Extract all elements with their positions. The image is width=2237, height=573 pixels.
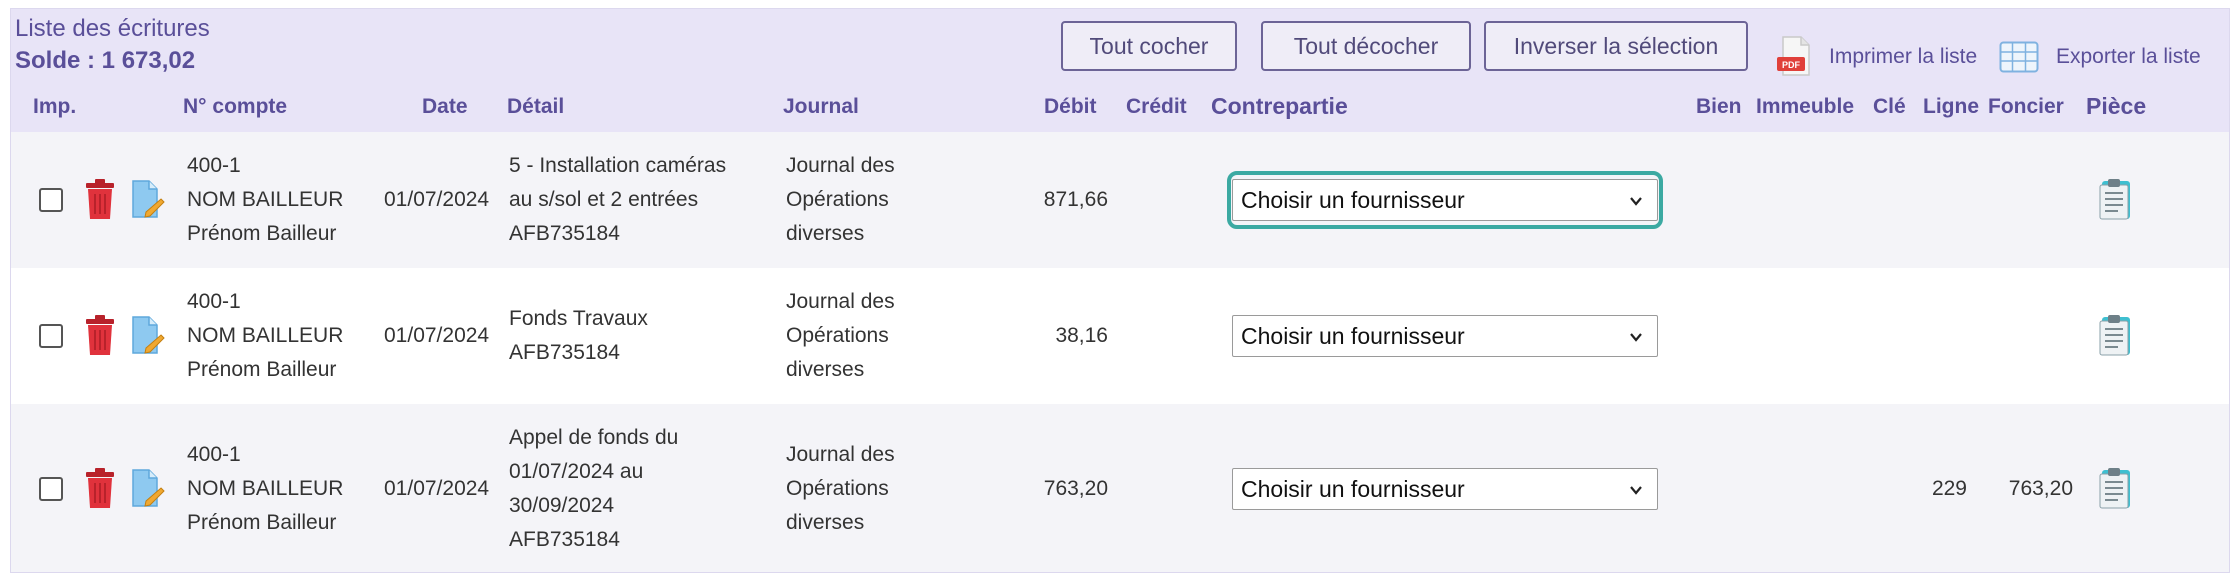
column-header-document: Pièce — [2086, 93, 2147, 119]
edit-document-icon[interactable] — [131, 468, 165, 508]
row-checkbox[interactable] — [39, 477, 63, 501]
detail-line: Appel de fonds du — [509, 426, 679, 449]
journal-line: diverses — [786, 511, 865, 534]
journal-line: Opérations — [786, 477, 889, 500]
detail-line: AFB735184 — [509, 528, 620, 551]
debit-amount: 871,66 — [1043, 188, 1108, 211]
line-value: 229 — [1931, 477, 1967, 500]
column-header-counterpart: Contrepartie — [1211, 93, 1348, 119]
column-header-debit: Débit — [1044, 95, 1097, 118]
land-amount: 763,20 — [2008, 477, 2073, 500]
supplier-select-value: Choisir un fournisseur — [1241, 322, 1465, 349]
spreadsheet-grid-icon[interactable] — [1999, 41, 2039, 73]
account-number: 400-1 — [187, 290, 241, 313]
detail-line: au s/sol et 2 entrées — [509, 188, 699, 211]
page-title: Liste des écritures — [15, 15, 210, 42]
column-header-detail: Détail — [507, 95, 565, 118]
column-header-imp: Imp. — [33, 95, 77, 118]
supplier-select[interactable]: Choisir un fournisseur — [1232, 315, 1658, 357]
journal-line: Journal des — [786, 154, 895, 177]
trash-icon[interactable] — [85, 179, 115, 219]
account-firstname: Prénom Bailleur — [187, 511, 337, 534]
supplier-select[interactable]: Choisir un fournisseur — [1232, 179, 1658, 221]
supplier-select-value: Choisir un fournisseur — [1241, 186, 1465, 213]
export-list-link[interactable]: Exporter la liste — [2056, 45, 2201, 69]
supplier-select-value: Choisir un fournisseur — [1241, 475, 1465, 502]
clipboard-icon[interactable] — [2098, 177, 2136, 221]
entry-date: 01/07/2024 — [384, 477, 490, 500]
account-number: 400-1 — [187, 443, 241, 466]
account-name: NOM BAILLEUR — [187, 188, 344, 211]
table-row: 400-1 NOM BAILLEUR Prénom Bailleur 01/07… — [11, 132, 2229, 268]
clipboard-icon[interactable] — [2098, 466, 2136, 510]
row-checkbox[interactable] — [39, 188, 63, 212]
trash-icon[interactable] — [85, 468, 115, 508]
edit-document-icon[interactable] — [131, 179, 165, 219]
entry-date: 01/07/2024 — [384, 324, 490, 347]
list-header-bar: Liste des écritures Solde : 1 673,02 Tou… — [11, 9, 2229, 132]
journal-line: diverses — [786, 222, 865, 245]
column-header-date: Date — [422, 95, 468, 118]
journal-line: Opérations — [786, 188, 889, 211]
table-row: 400-1 NOM BAILLEUR Prénom Bailleur 01/07… — [11, 404, 2229, 572]
journal-line: diverses — [786, 358, 865, 381]
detail-line: AFB735184 — [509, 222, 620, 245]
column-header-land: Foncier — [1988, 95, 2064, 118]
edit-document-icon[interactable] — [131, 315, 165, 355]
chevron-down-icon — [1630, 486, 1642, 495]
journal-line: Journal des — [786, 290, 895, 313]
uncheck-all-button[interactable]: Tout décocher — [1261, 21, 1471, 71]
chevron-down-icon — [1630, 197, 1642, 206]
column-header-account: N° compte — [183, 95, 288, 118]
supplier-select[interactable]: Choisir un fournisseur — [1232, 468, 1658, 510]
journal-line: Journal des — [786, 443, 895, 466]
debit-amount: 763,20 — [1043, 477, 1108, 500]
account-name: NOM BAILLEUR — [187, 324, 344, 347]
account-firstname: Prénom Bailleur — [187, 358, 337, 381]
column-header-credit: Crédit — [1126, 95, 1187, 118]
entries-panel: Liste des écritures Solde : 1 673,02 Tou… — [10, 8, 2230, 573]
column-header-key: Clé — [1873, 95, 1906, 118]
trash-icon[interactable] — [85, 315, 115, 355]
column-header-line: Ligne — [1923, 95, 1979, 118]
entry-date: 01/07/2024 — [384, 188, 490, 211]
invert-selection-button[interactable]: Inverser la sélection — [1484, 21, 1748, 71]
table-row: 400-1 NOM BAILLEUR Prénom Bailleur 01/07… — [11, 268, 2229, 404]
check-all-button[interactable]: Tout cocher — [1061, 21, 1237, 71]
row-checkbox[interactable] — [39, 324, 63, 348]
column-header-building: Immeuble — [1756, 95, 1855, 118]
column-header-journal: Journal — [783, 95, 859, 118]
column-header-property: Bien — [1696, 95, 1742, 118]
account-name: NOM BAILLEUR — [187, 477, 344, 500]
detail-line: 01/07/2024 au — [509, 460, 644, 483]
journal-line: Opérations — [786, 324, 889, 347]
account-firstname: Prénom Bailleur — [187, 222, 337, 245]
detail-line: Fonds Travaux — [509, 307, 648, 330]
clipboard-icon[interactable] — [2098, 313, 2136, 357]
pdf-file-icon[interactable]: PDF — [1775, 35, 1815, 77]
pdf-badge-text: PDF — [1782, 60, 1801, 70]
detail-line: AFB735184 — [509, 341, 620, 364]
debit-amount: 38,16 — [1055, 324, 1108, 347]
detail-line: 30/09/2024 — [509, 494, 615, 517]
account-number: 400-1 — [187, 154, 241, 177]
detail-line: 5 - Installation caméras — [509, 154, 727, 177]
balance-label: Solde : 1 673,02 — [15, 47, 196, 74]
chevron-down-icon — [1630, 333, 1642, 342]
print-list-link[interactable]: Imprimer la liste — [1829, 45, 1977, 69]
